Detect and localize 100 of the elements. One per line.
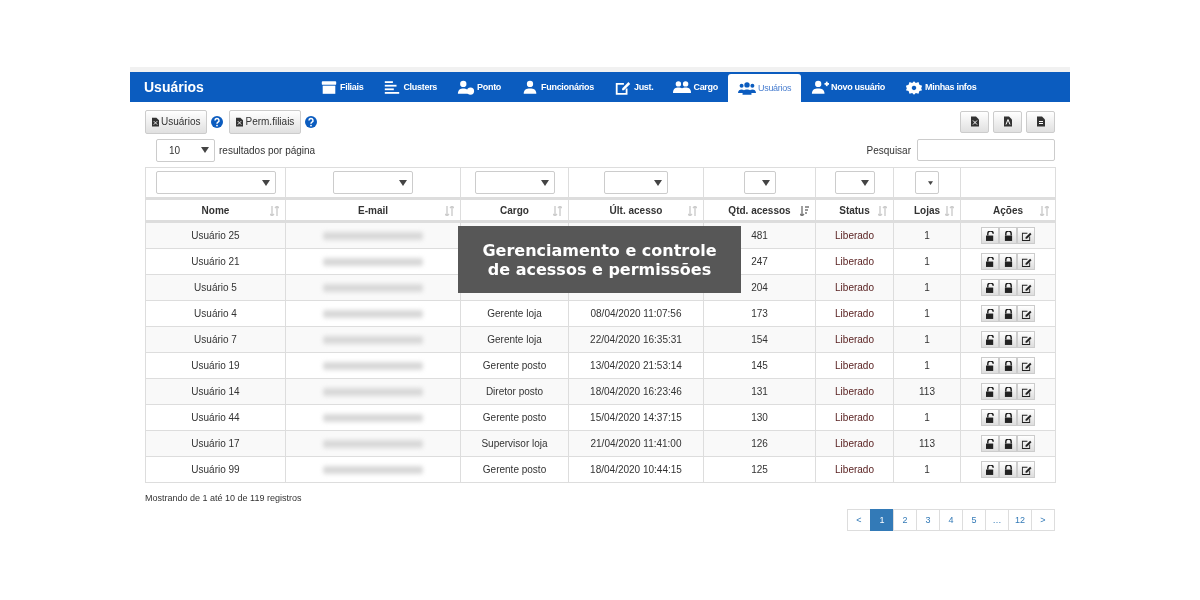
table-cell: Usuário 5 (145, 274, 286, 301)
table-cell: Usuário 25 (145, 221, 286, 249)
search-label: Pesquisar (866, 144, 911, 156)
edit-button[interactable] (1017, 357, 1035, 374)
unlocked-padlock-icon (985, 256, 995, 267)
previous-page-button[interactable]: < (847, 509, 871, 531)
edit-button[interactable] (1017, 227, 1035, 244)
unlock-button[interactable] (981, 227, 999, 244)
table-cell: 1 (893, 221, 961, 249)
user-clock-icon (457, 79, 476, 95)
unlocked-padlock-icon (985, 282, 995, 293)
help-icon[interactable] (211, 115, 224, 128)
nav-tab[interactable]: Cargo (663, 72, 728, 102)
edit-icon (1020, 464, 1032, 475)
table-cell: Liberado (815, 404, 894, 431)
nav-tab[interactable]: Minhas infos (895, 72, 987, 102)
table-cell: 126 (703, 430, 816, 457)
filter-select[interactable] (743, 171, 776, 194)
unlock-button[interactable] (981, 331, 999, 348)
unlock-button[interactable] (981, 409, 999, 426)
nav-tab[interactable]: Novo usuário (801, 72, 896, 102)
unlock-button[interactable] (981, 383, 999, 400)
padlock-icon (1003, 256, 1013, 267)
table-cell: 1 (893, 404, 961, 431)
lock-button[interactable] (999, 253, 1017, 270)
edit-icon (1020, 282, 1032, 293)
lock-button[interactable] (999, 331, 1017, 348)
padlock-icon (1003, 308, 1013, 319)
nav-tab[interactable]: Usuários (728, 74, 802, 102)
add-user-icon (811, 79, 830, 95)
lock-button[interactable] (999, 461, 1017, 478)
next-page-button[interactable]: > (1031, 509, 1055, 531)
page-button[interactable]: 2 (893, 509, 917, 531)
filter-select[interactable] (834, 171, 875, 194)
table-cell: 173 (703, 300, 816, 327)
unlock-button[interactable] (981, 253, 999, 270)
text-export-button[interactable] (1026, 110, 1055, 133)
table-cell: Liberado (815, 274, 894, 301)
table-cell: Liberado (815, 248, 894, 275)
lock-button[interactable] (999, 383, 1017, 400)
padlock-icon (1003, 438, 1013, 449)
nav-tab[interactable]: Clusters (373, 72, 448, 102)
edit-button[interactable] (1017, 253, 1035, 270)
page-button[interactable]: 1 (870, 509, 894, 531)
unlocked-padlock-icon (985, 360, 995, 371)
lock-button[interactable] (999, 435, 1017, 452)
edit-button[interactable] (1017, 435, 1035, 452)
page-button[interactable]: 12 (1008, 509, 1032, 531)
page-button[interactable]: … (985, 509, 1009, 531)
lock-button[interactable] (999, 227, 1017, 244)
edit-button[interactable] (1017, 305, 1035, 322)
edit-icon (1020, 412, 1032, 423)
unlocked-padlock-icon (985, 386, 995, 397)
caret-icon (540, 179, 549, 186)
table-cell: Supervisor loja (481, 438, 548, 449)
nav-tab[interactable]: Funcionários (511, 72, 604, 102)
pdf-export-button[interactable] (993, 110, 1022, 133)
page-button[interactable]: 4 (939, 509, 963, 531)
unlock-button[interactable] (981, 305, 999, 322)
edit-icon (613, 79, 632, 95)
edit-button[interactable] (1017, 461, 1035, 478)
page-size-label: resultados por página (219, 144, 316, 156)
edit-icon (1020, 360, 1032, 371)
records-info: Mostrando de 1 até 10 de 119 registros (145, 493, 303, 503)
lock-button[interactable] (999, 305, 1017, 322)
edit-button[interactable] (1017, 409, 1035, 426)
caption-banner: Gerenciamento e controle de acessos e permissões (458, 226, 741, 293)
table-cell: 18/04/2020 16:23:46 (590, 386, 682, 397)
nav-tab[interactable]: Filiais (310, 72, 374, 102)
unlock-button[interactable] (981, 279, 999, 296)
excel-export-button[interactable] (960, 110, 989, 133)
edit-button[interactable] (1017, 279, 1035, 296)
export-button[interactable]: Perm.filiais (229, 109, 302, 134)
edit-icon (1020, 334, 1032, 345)
page-size-select[interactable]: 10 (156, 138, 215, 162)
edit-button[interactable] (1017, 383, 1035, 400)
table-cell: Gerente posto (482, 464, 547, 475)
unlock-button[interactable] (981, 461, 999, 478)
table-cell: 08/04/2020 11:07:56 (590, 308, 682, 319)
page-button[interactable]: 5 (962, 509, 986, 531)
help-icon[interactable] (305, 115, 318, 128)
settings-icon (905, 79, 924, 95)
lock-button[interactable] (999, 279, 1017, 296)
page-button[interactable]: 3 (916, 509, 940, 531)
table-cell: Usuário 21 (145, 248, 286, 275)
nav-tab[interactable]: Just. (603, 72, 664, 102)
unlock-button[interactable] (981, 435, 999, 452)
export-button[interactable]: Usuários (145, 109, 208, 134)
nav-tab[interactable]: Ponto (447, 72, 512, 102)
search-field[interactable] (917, 139, 1055, 161)
lock-button[interactable] (999, 409, 1017, 426)
table-cell: Liberado (815, 300, 894, 327)
lock-button[interactable] (999, 357, 1017, 374)
edit-button[interactable] (1017, 331, 1035, 348)
unlock-button[interactable] (981, 357, 999, 374)
page-title: Usuários (144, 79, 205, 95)
caret-icon (654, 179, 662, 186)
table-cell: Liberado (815, 430, 894, 457)
table-cell: 125 (703, 456, 816, 483)
store-icon (320, 79, 338, 95)
